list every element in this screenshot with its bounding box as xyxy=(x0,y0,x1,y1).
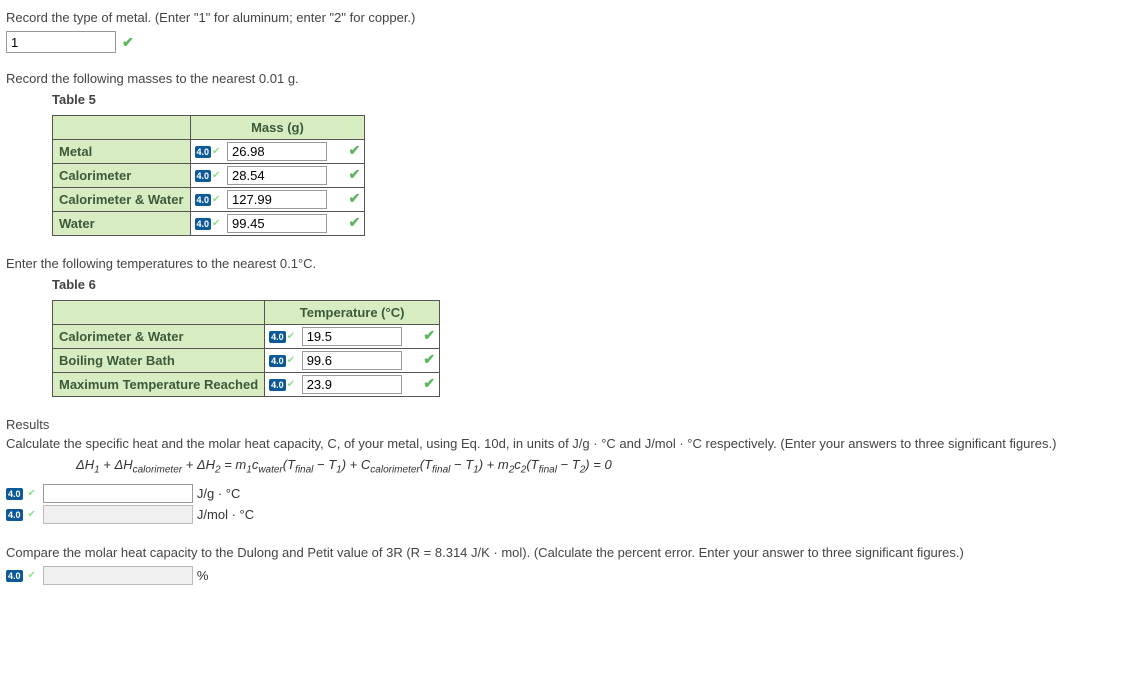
row-label: Calorimeter xyxy=(53,164,191,188)
table6-header: Temperature (°C) xyxy=(265,301,440,325)
badge-check-icon: ✔ xyxy=(212,194,220,205)
check-icon: ✔ xyxy=(349,166,361,182)
row-label: Calorimeter & Water xyxy=(53,325,265,349)
badge-check-icon: ✔ xyxy=(212,218,220,229)
mass-calorimeter-input[interactable] xyxy=(227,166,327,185)
table6: Temperature (°C) Calorimeter & Water 4.0… xyxy=(52,300,440,397)
mass-cal-water-input[interactable] xyxy=(227,190,327,209)
specific-heat-input[interactable] xyxy=(43,484,193,503)
points-badge: 4.0 xyxy=(269,331,286,343)
check-icon: ✔ xyxy=(122,34,134,51)
temp-boiling-input[interactable] xyxy=(302,351,402,370)
table-row: Water 4.0✔ ✔ xyxy=(53,212,365,236)
temp-cal-water-input[interactable] xyxy=(302,327,402,346)
check-icon: ✔ xyxy=(423,375,435,391)
row-label: Maximum Temperature Reached xyxy=(53,373,265,397)
points-badge: 4.0 xyxy=(269,355,286,367)
check-icon: ✔ xyxy=(349,142,361,158)
metal-type-input[interactable] xyxy=(6,31,116,53)
badge-check-icon: ✔ xyxy=(28,509,36,520)
points-badge: 4.0 xyxy=(195,170,212,182)
q2-instruction: Record the following masses to the neare… xyxy=(6,71,1134,86)
row-label: Boiling Water Bath xyxy=(53,349,265,373)
table-row: Boiling Water Bath 4.0✔ ✔ xyxy=(53,349,440,373)
badge-check-icon: ✔ xyxy=(212,146,220,157)
unit-label: J/mol · °C xyxy=(197,507,254,522)
check-icon: ✔ xyxy=(349,190,361,206)
points-badge: 4.0 xyxy=(6,488,23,500)
badge-check-icon: ✔ xyxy=(287,355,295,366)
unit-label: % xyxy=(197,568,209,583)
unit-label: J/g · °C xyxy=(197,486,240,501)
table5-header: Mass (g) xyxy=(190,116,365,140)
badge-check-icon: ✔ xyxy=(287,331,295,342)
row-label: Calorimeter & Water xyxy=(53,188,191,212)
results-instruction: Calculate the specific heat and the mola… xyxy=(6,436,1134,451)
compare-instruction: Compare the molar heat capacity to the D… xyxy=(6,545,1134,560)
points-badge: 4.0 xyxy=(6,509,23,521)
q3-instruction: Enter the following temperatures to the … xyxy=(6,256,1134,271)
badge-check-icon: ✔ xyxy=(287,379,295,390)
check-icon: ✔ xyxy=(423,351,435,367)
temp-max-input[interactable] xyxy=(302,375,402,394)
table-row: Calorimeter & Water 4.0✔ ✔ xyxy=(53,325,440,349)
row-label: Metal xyxy=(53,140,191,164)
results-heading: Results xyxy=(6,417,1134,432)
points-badge: 4.0 xyxy=(6,570,23,582)
points-badge: 4.0 xyxy=(195,194,212,206)
row-label: Water xyxy=(53,212,191,236)
badge-check-icon: ✔ xyxy=(212,170,220,181)
check-icon: ✔ xyxy=(349,214,361,230)
molar-heat-input[interactable] xyxy=(43,505,193,524)
points-badge: 4.0 xyxy=(269,379,286,391)
mass-metal-input[interactable] xyxy=(227,142,327,161)
equation-text: ΔH1 + ΔHcalorimeter + ΔH2 = m1cwater(Tfi… xyxy=(76,457,1134,476)
badge-check-icon: ✔ xyxy=(28,570,36,581)
badge-check-icon: ✔ xyxy=(28,488,36,499)
check-icon: ✔ xyxy=(423,327,435,343)
q1-instruction: Record the type of metal. (Enter "1" for… xyxy=(6,10,1134,25)
table-row: Maximum Temperature Reached 4.0✔ ✔ xyxy=(53,373,440,397)
table5: Mass (g) Metal 4.0✔ ✔ Calorimeter 4.0✔ ✔… xyxy=(52,115,365,236)
points-badge: 4.0 xyxy=(195,146,212,158)
percent-error-input[interactable] xyxy=(43,566,193,585)
table-row: Calorimeter & Water 4.0✔ ✔ xyxy=(53,188,365,212)
table6-title: Table 6 xyxy=(52,277,1134,292)
table-row: Calorimeter 4.0✔ ✔ xyxy=(53,164,365,188)
table-row: Metal 4.0✔ ✔ xyxy=(53,140,365,164)
points-badge: 4.0 xyxy=(195,218,212,230)
table5-title: Table 5 xyxy=(52,92,1134,107)
mass-water-input[interactable] xyxy=(227,214,327,233)
